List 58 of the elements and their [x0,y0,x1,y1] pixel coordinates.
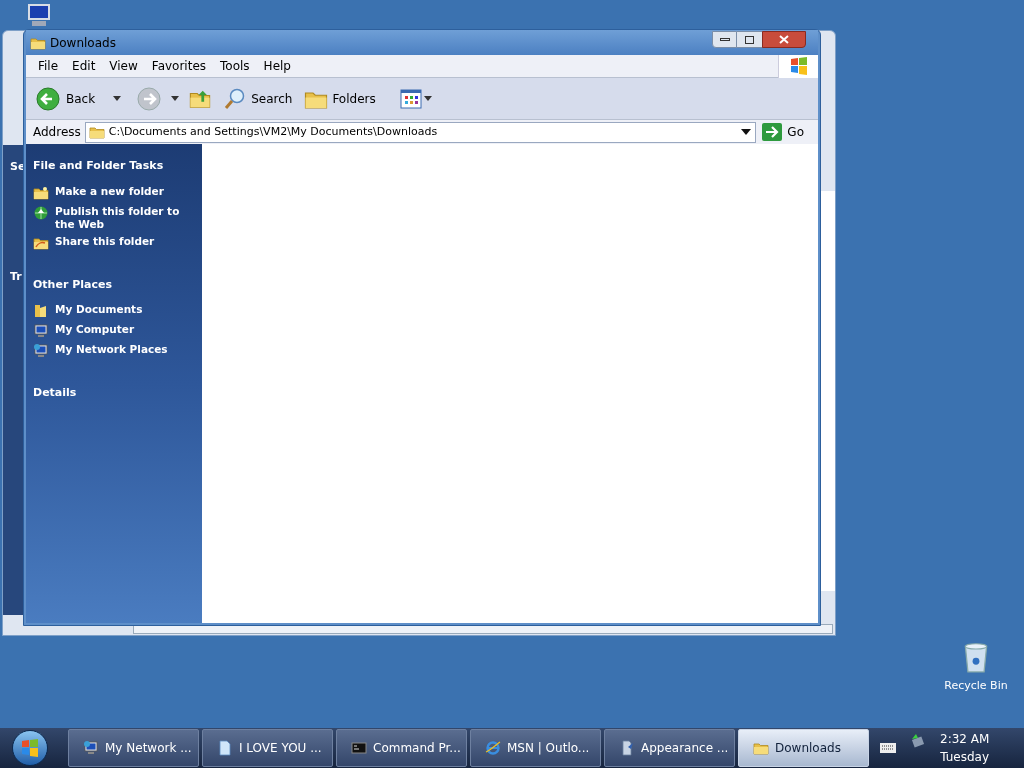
task-link[interactable]: Publish this folder to the Web [55,204,201,231]
network-icon[interactable] [910,733,926,749]
taskbar-button[interactable]: Downloads [738,729,869,767]
browser-icon [485,740,501,756]
close-button[interactable] [762,31,806,48]
menu-item[interactable]: Favorites [144,57,214,75]
folders-button[interactable]: Folders [300,86,380,111]
network-computer-icon [83,740,99,756]
task-link[interactable]: My Network Places [55,343,201,356]
taskbar-button[interactable]: Command Pr... [336,729,467,767]
folder-icon [753,740,769,756]
clock-day[interactable]: Tuesday [940,748,990,766]
close-icon [779,35,789,44]
desktop-icon-label[interactable]: Recycle Bin [944,678,1008,695]
display-settings-icon [619,740,635,756]
task-link[interactable]: Share this folder [55,234,201,248]
pane-heading: Tr [10,269,23,285]
taskbar-button[interactable]: I LOVE YOU ... [202,729,333,767]
computer-icon [33,323,49,339]
caret-icon [171,96,180,101]
dropdown-icon [741,129,752,135]
keyboard-icon[interactable] [880,743,896,753]
windows-logo [21,739,39,757]
documents-folder-icon [33,303,49,319]
console-icon [351,740,367,756]
start-button[interactable] [12,730,48,766]
pane-heading[interactable]: File and Folder Tasks [33,158,202,175]
windows-logo [778,54,818,78]
clock-time[interactable]: 2:32 AM [940,730,990,748]
task-link[interactable]: My Documents [55,303,201,316]
folder-icon [88,124,105,140]
maximize-button[interactable] [737,31,762,48]
go-button[interactable]: Go [760,123,814,141]
address-field[interactable]: C:\Documents and Settings\VM2\My Documents\Downloads [84,121,757,143]
minimize-button[interactable] [712,31,737,48]
caret-icon [423,96,432,101]
views-icon [399,88,422,109]
task-link[interactable]: Make a new folder [55,184,201,198]
caret-icon [113,96,122,101]
menu-item[interactable]: View [102,57,145,75]
taskbar-button[interactable]: Appearance ... [604,729,735,767]
pane-heading[interactable]: Other Places [33,276,202,293]
back-button[interactable]: Back [34,86,124,111]
taskbar-button[interactable]: MSN | Outlo... [470,729,601,767]
window-title: Downloads [50,34,116,52]
document-icon [217,740,233,756]
network-computer-icon [33,343,49,359]
taskbar-button[interactable]: My Network ... [68,729,199,767]
globe-icon [33,204,49,221]
menu-item[interactable]: Help [256,57,298,75]
address-label: Address [33,124,81,141]
task-link[interactable]: My Computer [55,323,201,336]
menu-item[interactable]: Edit [65,57,103,75]
folder-icon [33,184,49,201]
search-button[interactable]: Search [219,86,297,111]
pane-heading[interactable]: Details [33,385,202,402]
menu-item[interactable]: Tools [213,57,257,75]
menu-item[interactable]: File [31,57,66,75]
